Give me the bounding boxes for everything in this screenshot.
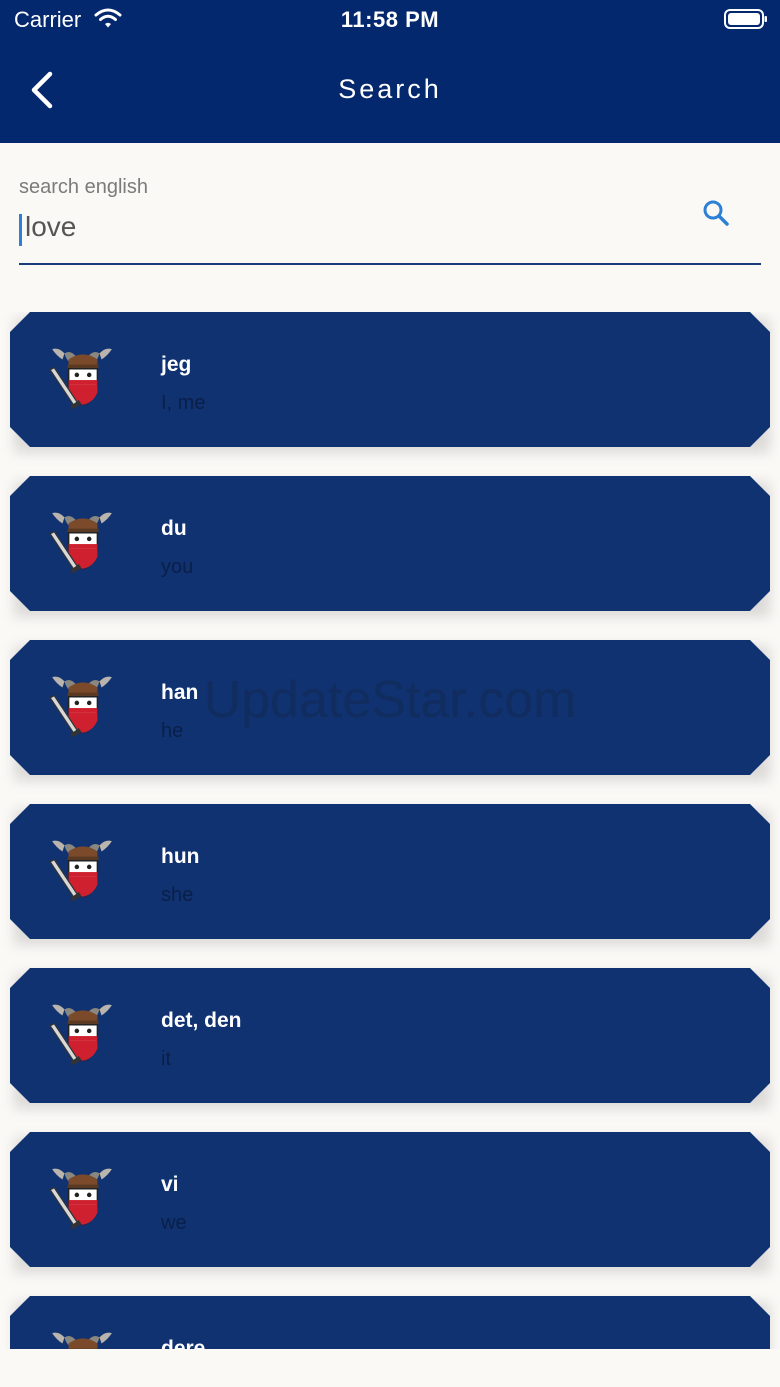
- result-card[interactable]: vi we: [10, 1132, 770, 1267]
- viking-flag-icon: [49, 512, 112, 574]
- result-meaning: she: [161, 884, 194, 906]
- viking-flag-icon: [49, 348, 112, 410]
- viking-flag-icon: [49, 840, 112, 902]
- result-meaning: he: [161, 720, 184, 742]
- bottom-bar: [0, 1349, 780, 1387]
- result-meaning: you: [161, 556, 194, 578]
- search-input[interactable]: [19, 206, 679, 248]
- result-word: det, den: [161, 1009, 242, 1032]
- result-card[interactable]: hun she: [10, 804, 770, 939]
- search-field[interactable]: search english: [19, 172, 761, 265]
- result-card[interactable]: du you: [10, 476, 770, 611]
- result-meaning: it: [161, 1048, 171, 1070]
- search-icon[interactable]: [702, 199, 730, 227]
- result-card[interactable]: jeg I, me: [10, 312, 770, 447]
- search-label: search english: [19, 176, 148, 198]
- app-header: Carrier 11:58 PM Search: [0, 0, 780, 143]
- viking-flag-icon: [49, 1168, 112, 1230]
- result-card[interactable]: dere: [10, 1296, 770, 1349]
- result-meaning: I, me: [161, 392, 206, 414]
- battery-icon: [724, 9, 767, 29]
- results-list: jeg I, me du you han he hun she det, den…: [0, 312, 780, 1349]
- viking-flag-icon: [52, 1332, 112, 1349]
- result-meaning: we: [161, 1212, 187, 1234]
- viking-flag-icon: [49, 1004, 112, 1066]
- result-word: han: [161, 681, 199, 704]
- page-title: Search: [338, 74, 442, 104]
- result-word: dere: [161, 1337, 206, 1349]
- result-card[interactable]: det, den it: [10, 968, 770, 1103]
- viking-flag-icon: [49, 676, 112, 738]
- status-bar: Carrier 11:58 PM: [0, 0, 780, 40]
- result-word: jeg: [161, 353, 192, 376]
- result-word: du: [161, 517, 187, 540]
- result-word: hun: [161, 845, 200, 868]
- status-time: 11:58 PM: [340, 7, 440, 32]
- result-word: vi: [161, 1173, 179, 1196]
- result-card[interactable]: han he: [10, 640, 770, 775]
